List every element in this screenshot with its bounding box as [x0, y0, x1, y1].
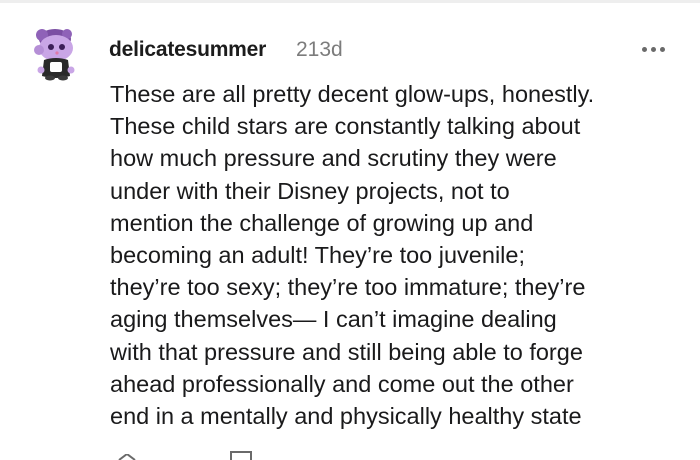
username-link[interactable]: delicatesummer: [109, 38, 266, 62]
user-avatar[interactable]: [30, 26, 82, 82]
more-options-icon-dot: [650, 46, 656, 52]
more-options-icon-dot: [659, 46, 665, 52]
top-divider: [0, 0, 700, 3]
upvote-icon[interactable]: [118, 454, 136, 460]
comment-timestamp: 213d: [296, 38, 343, 61]
comment-action-bar: [110, 448, 410, 460]
snoo-avatar-icon: [34, 29, 75, 81]
more-options-icon: [641, 46, 647, 52]
more-options-button[interactable]: [636, 36, 670, 62]
reply-icon[interactable]: [230, 451, 252, 460]
comment-body: These are all pretty decent glow-ups, ho…: [110, 81, 595, 430]
